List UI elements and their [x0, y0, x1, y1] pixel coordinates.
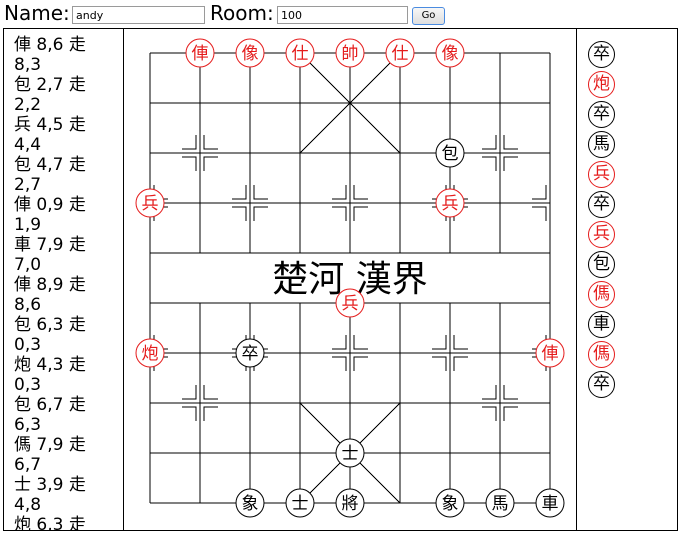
- position-marker: [232, 185, 247, 200]
- piece-label: 兵: [142, 194, 159, 214]
- captured-piece: 兵: [588, 161, 615, 188]
- captured-piece: 卒: [588, 191, 615, 218]
- piece-label: 將: [342, 494, 359, 514]
- piece-label: 士: [342, 444, 359, 464]
- position-marker: [532, 206, 547, 221]
- captured-piece: 炮: [588, 71, 615, 98]
- position-marker: [332, 356, 347, 371]
- position-marker: [332, 335, 347, 350]
- position-marker: [182, 135, 197, 150]
- piece-label: 俥: [192, 44, 209, 64]
- captured-piece: 車: [588, 311, 615, 338]
- position-marker: [182, 385, 197, 400]
- position-marker: [332, 206, 347, 221]
- captured-piece: 傌: [588, 281, 615, 308]
- piece-label: 象: [242, 494, 259, 514]
- position-marker: [482, 385, 497, 400]
- captured-pieces-panel: 卒炮卒馬兵卒兵包傌車傌卒: [576, 28, 678, 531]
- position-marker: [482, 135, 497, 150]
- position-marker: [453, 335, 468, 350]
- captured-piece: 卒: [588, 41, 615, 68]
- captured-piece: 卒: [588, 101, 615, 128]
- position-marker: [182, 156, 197, 171]
- piece-label: 包: [442, 144, 459, 164]
- position-marker: [503, 135, 518, 150]
- position-marker: [503, 406, 518, 421]
- position-marker: [332, 185, 347, 200]
- position-marker: [203, 135, 218, 150]
- piece-label: 兵: [442, 194, 459, 214]
- position-marker: [203, 385, 218, 400]
- position-marker: [353, 356, 368, 371]
- position-marker: [503, 385, 518, 400]
- position-marker: [353, 185, 368, 200]
- position-marker: [253, 185, 268, 200]
- piece-label: 車: [542, 494, 559, 514]
- position-marker: [482, 406, 497, 421]
- piece-label: 仕: [292, 44, 309, 64]
- position-marker: [453, 356, 468, 371]
- position-marker: [203, 156, 218, 171]
- piece-label: 士: [292, 494, 309, 514]
- captured-piece: 包: [588, 251, 615, 278]
- position-marker: [182, 406, 197, 421]
- position-marker: [353, 335, 368, 350]
- position-marker: [532, 185, 547, 200]
- position-marker: [503, 156, 518, 171]
- piece-label: 像: [242, 44, 259, 64]
- piece-label: 像: [442, 44, 459, 64]
- game-board[interactable]: 楚河 漢界俥像仕帥仕像包兵兵兵炮卒俥士象士將象馬車: [124, 28, 576, 531]
- piece-label: 卒: [242, 344, 259, 364]
- position-marker: [482, 156, 497, 171]
- position-marker: [253, 206, 268, 221]
- captured-piece: 卒: [588, 371, 615, 398]
- captured-piece: 傌: [588, 341, 615, 368]
- position-marker: [203, 406, 218, 421]
- position-marker: [432, 335, 447, 350]
- piece-label: 炮: [142, 344, 159, 364]
- piece-label: 帥: [342, 44, 359, 64]
- position-marker: [432, 356, 447, 371]
- position-marker: [353, 206, 368, 221]
- captured-piece: 兵: [588, 221, 615, 248]
- position-marker: [232, 206, 247, 221]
- piece-label: 仕: [392, 44, 409, 64]
- piece-label: 兵: [342, 294, 359, 314]
- captured-piece: 馬: [588, 131, 615, 158]
- piece-label: 象: [442, 494, 459, 514]
- piece-label: 馬: [492, 494, 509, 514]
- piece-label: 俥: [542, 344, 559, 364]
